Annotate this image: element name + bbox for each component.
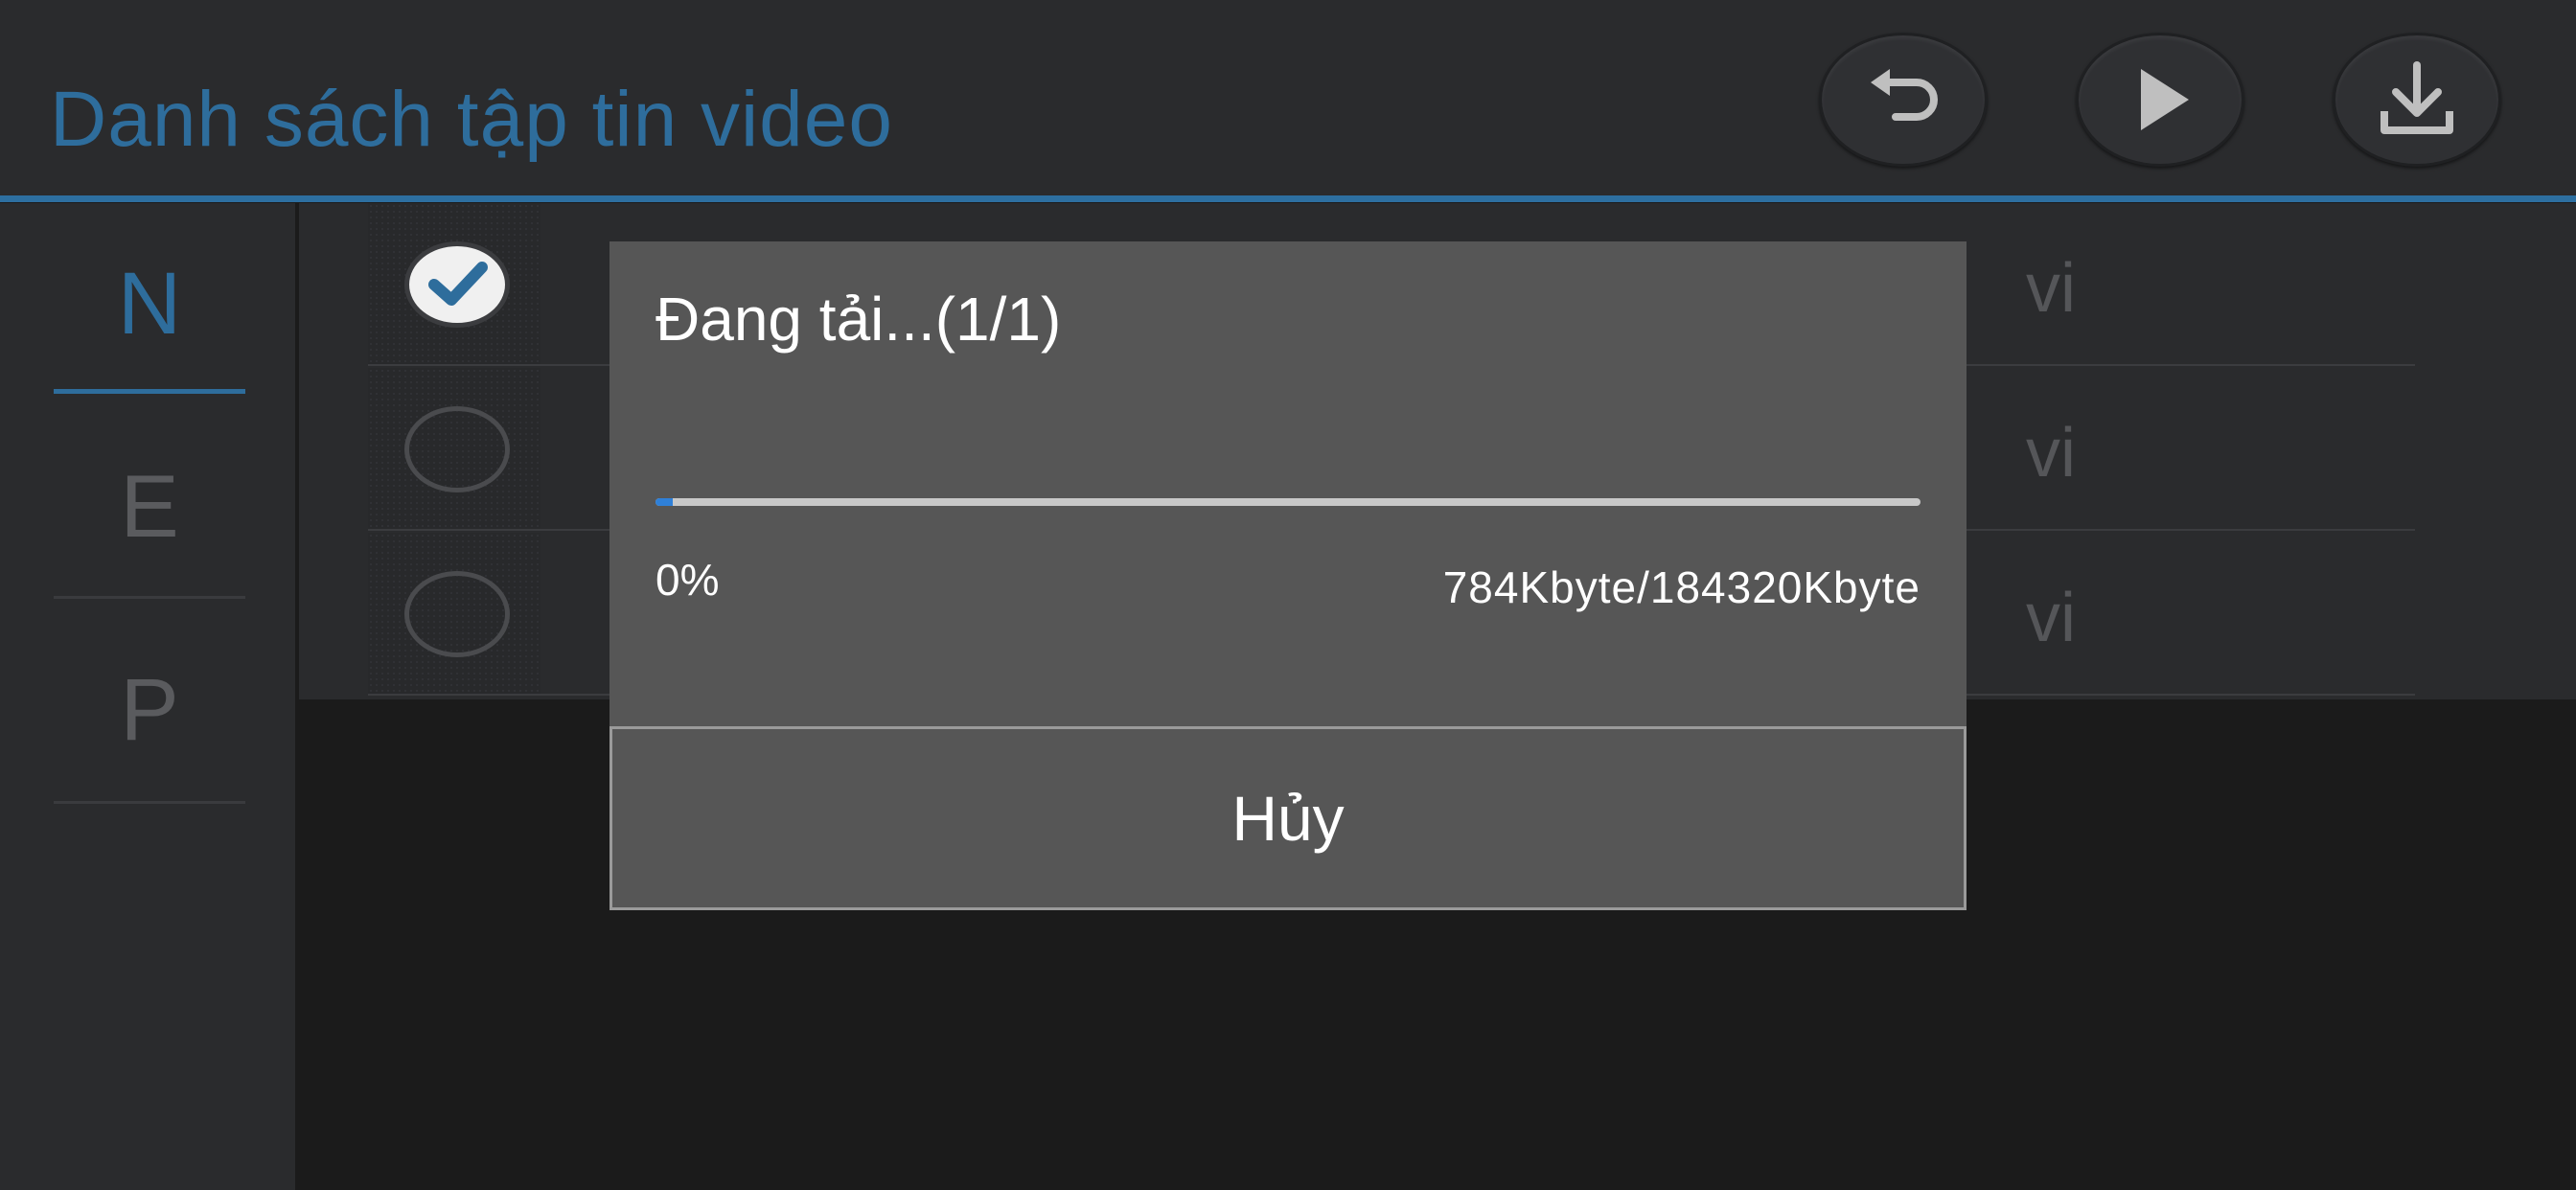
dialog-title: Đang tải...(1/1) [656,285,1062,354]
progress-bar-fill [656,498,674,506]
file-name-fragment: vi [2026,250,2076,327]
download-size: 784Kbyte/184320Kbyte [1442,562,1920,612]
page-title: Danh sách tập tin video [50,76,893,163]
sidebar: N E P [0,203,295,1190]
sidebar-active-indicator [54,389,245,394]
play-icon [2141,69,2189,130]
checkbox-checked[interactable] [404,241,510,328]
progress-percent: 0% [656,555,720,605]
back-button[interactable] [1819,33,1988,167]
file-name-fragment: vi [2026,580,2076,656]
sidebar-divider [54,801,245,804]
sidebar-item-e[interactable]: E [54,406,245,607]
checkbox-cell[interactable] [368,533,540,694]
download-progress-dialog: Đang tải...(1/1) 0% 784Kbyte/184320Kbyte… [610,241,1966,910]
app-window: Danh sách tập tin video N E P vi vi vi Đ… [0,0,2576,1190]
cancel-button[interactable]: Hủy [610,726,1966,910]
header-divider [0,195,2576,202]
sidebar-item-n[interactable]: N [54,203,245,404]
file-name-fragment: vi [2026,415,2076,492]
progress-bar [656,498,1920,506]
checkbox-cell[interactable] [368,203,540,364]
play-button[interactable] [2076,33,2244,167]
sidebar-item-p[interactable]: P [54,609,245,811]
back-arrow-icon [1871,69,1938,121]
checkbox-unchecked[interactable] [404,406,510,492]
sidebar-divider [54,596,245,599]
checkbox-unchecked[interactable] [404,571,510,657]
download-icon [2380,61,2453,134]
download-button[interactable] [2333,33,2501,167]
header-bar: Danh sách tập tin video [0,0,2576,197]
checkbox-cell[interactable] [368,368,540,529]
checkmark-icon [428,262,488,306]
